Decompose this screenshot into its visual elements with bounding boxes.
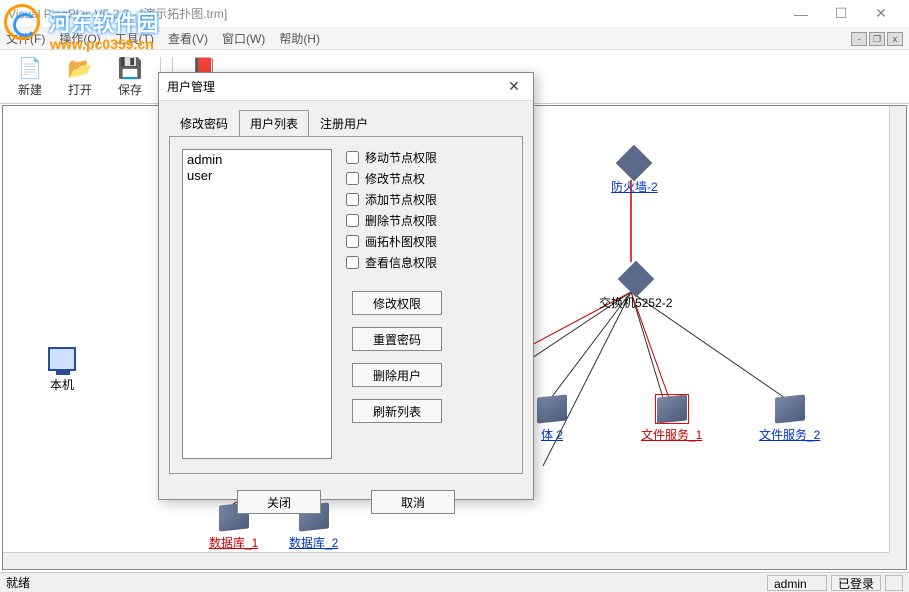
titlebar: Visual PingPlus V5.2.2 - [演示拓扑图.trm] — ☐… [0,0,909,28]
node-link[interactable]: 数据库_2 [289,536,338,550]
delete-user-button[interactable]: 删除用户 [352,363,442,387]
perm-label: 删除节点权限 [365,212,437,229]
tab-change-password[interactable]: 修改密码 [169,110,239,137]
perm-label: 移动节点权限 [365,149,437,166]
dialog-titlebar[interactable]: 用户管理 ✕ [159,73,533,101]
node-link[interactable]: 文件服务_2 [759,428,820,442]
dialog-tabs: 修改密码 用户列表 注册用户 [159,101,533,136]
tab-panel: admin user 移动节点权限 修改节点权 添加节点权限 删除节点权限 画拓… [169,136,523,474]
node-local-host[interactable]: 本机 [45,344,79,393]
statusbar: 就绪 admin 已登录 [0,572,909,592]
menu-tool[interactable]: 工具(T) [115,30,154,47]
node-link[interactable]: 数据库_1 [209,536,258,550]
perm-label: 添加节点权限 [365,191,437,208]
reset-password-button[interactable]: 重置密码 [352,327,442,351]
node-file-server-2[interactable]: 文件服务_2 [759,394,820,443]
perm-checkbox-draw[interactable] [346,235,359,248]
dialog-close-button[interactable]: ✕ [503,76,525,98]
save-button[interactable]: 💾 保存 [106,53,154,101]
node-link[interactable]: 体 2 [541,428,563,442]
node-media[interactable]: 体 2 [535,394,569,443]
list-item[interactable]: user [187,168,327,184]
menu-operate[interactable]: 操作(O) [59,30,100,47]
open-button[interactable]: 📂 打开 [56,53,104,101]
refresh-list-button[interactable]: 刷新列表 [352,399,442,423]
save-label: 保存 [118,81,142,98]
server-icon [655,394,689,424]
perm-checkbox-delete[interactable] [346,214,359,227]
node-label: 交换机5252-2 [599,296,672,310]
server-icon [535,394,569,424]
host-icon [45,344,79,374]
tab-register-user[interactable]: 注册用户 [309,110,379,137]
cancel-button[interactable]: 取消 [371,490,455,514]
new-button[interactable]: 📄 新建 [6,53,54,101]
menu-view[interactable]: 查看(V) [168,30,208,47]
perm-label: 画拓朴图权限 [365,233,437,250]
menu-window[interactable]: 窗口(W) [222,30,265,47]
window-title: Visual PingPlus V5.2.2 - [演示拓扑图.trm] [8,5,781,22]
status-login: 已登录 [831,575,881,591]
mdi-close-icon[interactable]: x [887,32,903,46]
scroll-corner [889,552,906,569]
node-link[interactable]: 文件服务_1 [641,428,702,442]
node-file-server-1[interactable]: 文件服务_1 [641,394,702,443]
user-management-dialog: 用户管理 ✕ 修改密码 用户列表 注册用户 admin user 移动节点权限 … [158,72,534,500]
modify-permission-button[interactable]: 修改权限 [352,291,442,315]
mdi-restore-icon[interactable]: ❐ [869,32,885,46]
open-folder-icon: 📂 [66,55,94,81]
list-item[interactable]: admin [187,152,327,168]
server-icon [773,394,807,424]
scrollbar-horizontal[interactable] [3,552,889,569]
close-button[interactable]: ✕ [861,1,901,27]
new-file-icon: 📄 [16,55,44,81]
status-extra [885,575,903,591]
perm-label: 修改节点权 [365,170,425,187]
perm-checkbox-view[interactable] [346,256,359,269]
status-user: admin [767,575,827,591]
node-switch[interactable]: 交换机5252-2 [599,262,672,311]
menubar: 文件(F) 操作(O) 工具(T) 查看(V) 窗口(W) 帮助(H) - ❐ … [0,28,909,50]
perm-label: 查看信息权限 [365,254,437,271]
menu-file[interactable]: 文件(F) [6,30,45,47]
switch-icon [619,262,653,292]
permission-group: 移动节点权限 修改节点权 添加节点权限 删除节点权限 画拓朴图权限 查看信息权限 [346,149,437,275]
perm-checkbox-move[interactable] [346,151,359,164]
menu-help[interactable]: 帮助(H) [279,30,320,47]
firewall-icon [617,146,651,176]
tab-user-list[interactable]: 用户列表 [239,110,309,137]
close-button[interactable]: 关闭 [237,490,321,514]
perm-checkbox-modify[interactable] [346,172,359,185]
dialog-title: 用户管理 [167,78,215,95]
save-disk-icon: 💾 [116,55,144,81]
new-label: 新建 [18,81,42,98]
maximize-button[interactable]: ☐ [821,1,861,27]
status-ready: 就绪 [6,574,30,591]
node-label: 本机 [50,378,74,392]
node-firewall[interactable]: 防火墙-2 [611,146,658,195]
open-label: 打开 [68,81,92,98]
scrollbar-vertical[interactable] [889,106,906,552]
minimize-button[interactable]: — [781,1,821,27]
mdi-minimize-icon[interactable]: - [851,32,867,46]
perm-checkbox-add[interactable] [346,193,359,206]
user-listbox[interactable]: admin user [182,149,332,459]
node-link[interactable]: 防火墙-2 [611,180,658,194]
